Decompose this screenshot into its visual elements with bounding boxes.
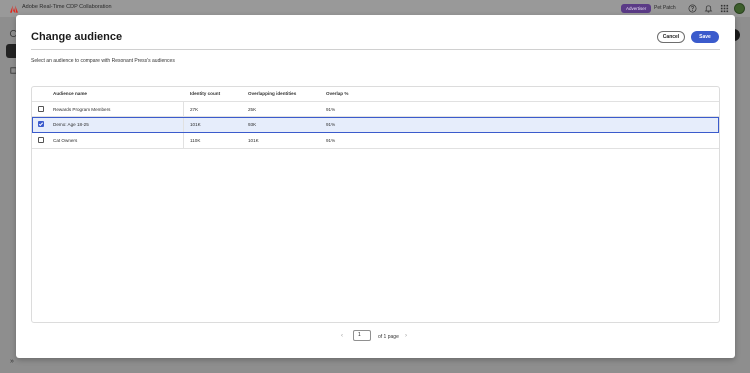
cell-identity-count: 27K bbox=[190, 107, 199, 112]
column-header-audience-name[interactable]: Audience name bbox=[53, 91, 87, 96]
cell-identity-count: 101K bbox=[190, 122, 201, 127]
org-switcher[interactable]: Pet Patch bbox=[654, 5, 676, 11]
cell-overlap-percent: 91% bbox=[326, 107, 336, 112]
title-divider bbox=[31, 49, 720, 50]
dialog-subtitle: Select an audience to compare with Reson… bbox=[31, 58, 175, 64]
row-checkbox-checked[interactable] bbox=[38, 121, 44, 127]
column-header-overlapping-identities[interactable]: Overlapping identities bbox=[248, 91, 296, 96]
save-button[interactable]: Save bbox=[691, 31, 719, 43]
change-audience-dialog: Change audience Cancel Save Select an au… bbox=[16, 15, 735, 358]
cell-overlapping-identities: 101K bbox=[248, 138, 259, 143]
cell-overlapping-identities: 93K bbox=[248, 122, 257, 127]
cell-audience-name: Demo: Age 18-25 bbox=[53, 122, 89, 127]
cancel-button[interactable]: Cancel bbox=[657, 31, 685, 43]
chevron-right-icon[interactable]: › bbox=[405, 333, 407, 339]
column-divider bbox=[183, 102, 184, 116]
cell-overlap-percent: 91% bbox=[326, 122, 336, 127]
column-header-overlap-percent[interactable]: Overlap % bbox=[326, 91, 348, 96]
page-number-input[interactable]: 1 bbox=[353, 330, 371, 341]
table-row-selected[interactable]: Demo: Age 18-25 101K 93K 91% bbox=[32, 117, 719, 133]
row-checkbox[interactable] bbox=[38, 106, 44, 112]
cell-overlapping-identities: 25K bbox=[248, 107, 257, 112]
table-row[interactable]: Cat Owners 110K 101K 91% bbox=[32, 133, 719, 149]
role-badge[interactable]: Advertiser bbox=[621, 4, 652, 13]
column-divider bbox=[183, 118, 184, 132]
cell-audience-name: Cat Owners bbox=[53, 138, 78, 143]
cell-identity-count: 110K bbox=[190, 138, 201, 143]
column-header-identity-count[interactable]: Identity count bbox=[190, 91, 220, 96]
app-title: Adobe Real-Time CDP Collaboration bbox=[22, 4, 112, 10]
grid-apps-icon[interactable] bbox=[720, 4, 729, 13]
user-avatar[interactable] bbox=[734, 3, 745, 14]
adobe-logo-icon bbox=[10, 5, 18, 13]
chevron-left-icon[interactable]: ‹ bbox=[341, 333, 343, 339]
dialog-title: Change audience bbox=[31, 31, 123, 43]
cell-overlap-percent: 91% bbox=[326, 138, 336, 143]
table-row[interactable]: Rewards Program Members 27K 25K 91% bbox=[32, 101, 719, 117]
double-chevron-right-icon[interactable]: » bbox=[10, 358, 14, 365]
bell-icon[interactable] bbox=[704, 4, 713, 13]
table-header: Audience name Identity count Overlapping… bbox=[31, 91, 720, 101]
page-count-label: of 1 page bbox=[378, 334, 399, 340]
help-icon[interactable] bbox=[688, 4, 697, 13]
cell-audience-name: Rewards Program Members bbox=[53, 107, 111, 112]
column-divider bbox=[183, 133, 184, 148]
row-checkbox[interactable] bbox=[38, 137, 44, 143]
